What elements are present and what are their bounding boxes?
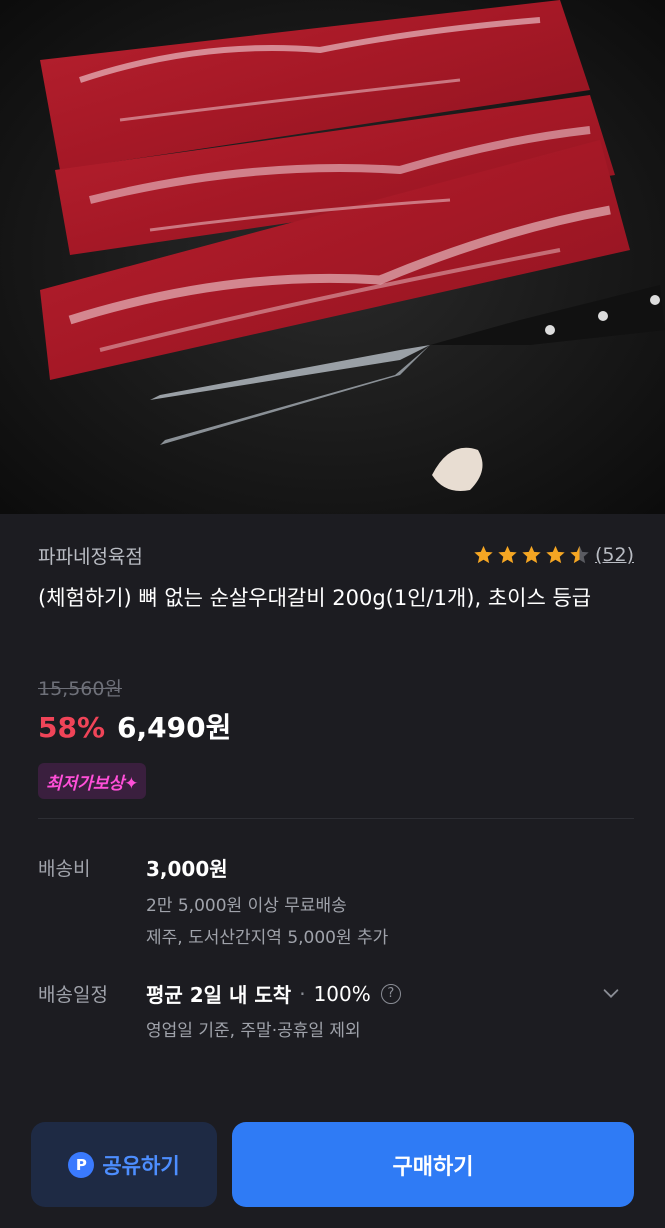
star-icon xyxy=(546,545,565,564)
price-row: 58% 6,490원 xyxy=(38,706,231,746)
free-shipping-note: 2만 5,000원 이상 무료배송 xyxy=(146,896,347,916)
share-button-label: 공유하기 xyxy=(102,1153,180,1178)
sale-price: 6,490원 xyxy=(117,711,232,744)
delivery-schedule-label: 배송일정 xyxy=(38,984,108,1006)
shipping-fee-value: 3,000원 xyxy=(146,857,228,881)
shipping-fee-label: 배송비 xyxy=(38,858,91,880)
seller-name[interactable]: 파파네정육점 xyxy=(38,542,143,569)
delivery-schedule-value: 평균 2일 내 도착 xyxy=(146,983,292,1007)
star-icon xyxy=(498,545,517,564)
share-button[interactable]: P 공유하기 xyxy=(31,1122,217,1207)
separator-dot: · xyxy=(299,981,306,1006)
buy-button-label: 구매하기 xyxy=(392,1154,474,1180)
buy-button[interactable]: 구매하기 xyxy=(232,1122,634,1207)
product-image[interactable] xyxy=(0,0,665,514)
star-rating xyxy=(472,544,591,566)
naver-pay-icon: P xyxy=(68,1151,95,1178)
discount-rate: 58% xyxy=(38,711,106,744)
original-price: 15,560원 xyxy=(38,678,122,700)
help-icon[interactable]: ? xyxy=(380,983,401,1004)
delivery-schedule[interactable]: 평균 2일 내 도착 · 100% ? xyxy=(146,979,401,1008)
seller-rating-row: 파파네정육점 (52) xyxy=(38,540,634,570)
divider xyxy=(38,818,634,819)
product-title: (체험하기) 뼈 없는 순살우대갈비 200g(1인/1개), 초이스 등급 xyxy=(38,586,592,610)
delivery-schedule-note: 영업일 기준, 주말·공휴일 제외 xyxy=(146,1021,361,1041)
rating[interactable]: (52) xyxy=(472,544,634,566)
review-count-link[interactable]: (52) xyxy=(595,544,634,566)
chevron-down-icon[interactable] xyxy=(600,982,622,1004)
star-icon xyxy=(474,545,493,564)
delivery-rate: 100% xyxy=(313,981,371,1006)
lowest-price-badge[interactable]: 최저가보상✦ xyxy=(38,763,147,799)
star-half-icon xyxy=(570,545,589,564)
bottom-action-bar: P 공유하기 구매하기 xyxy=(0,1072,665,1228)
star-icon xyxy=(522,545,541,564)
remote-area-note: 제주, 도서산간지역 5,000원 추가 xyxy=(146,928,389,948)
